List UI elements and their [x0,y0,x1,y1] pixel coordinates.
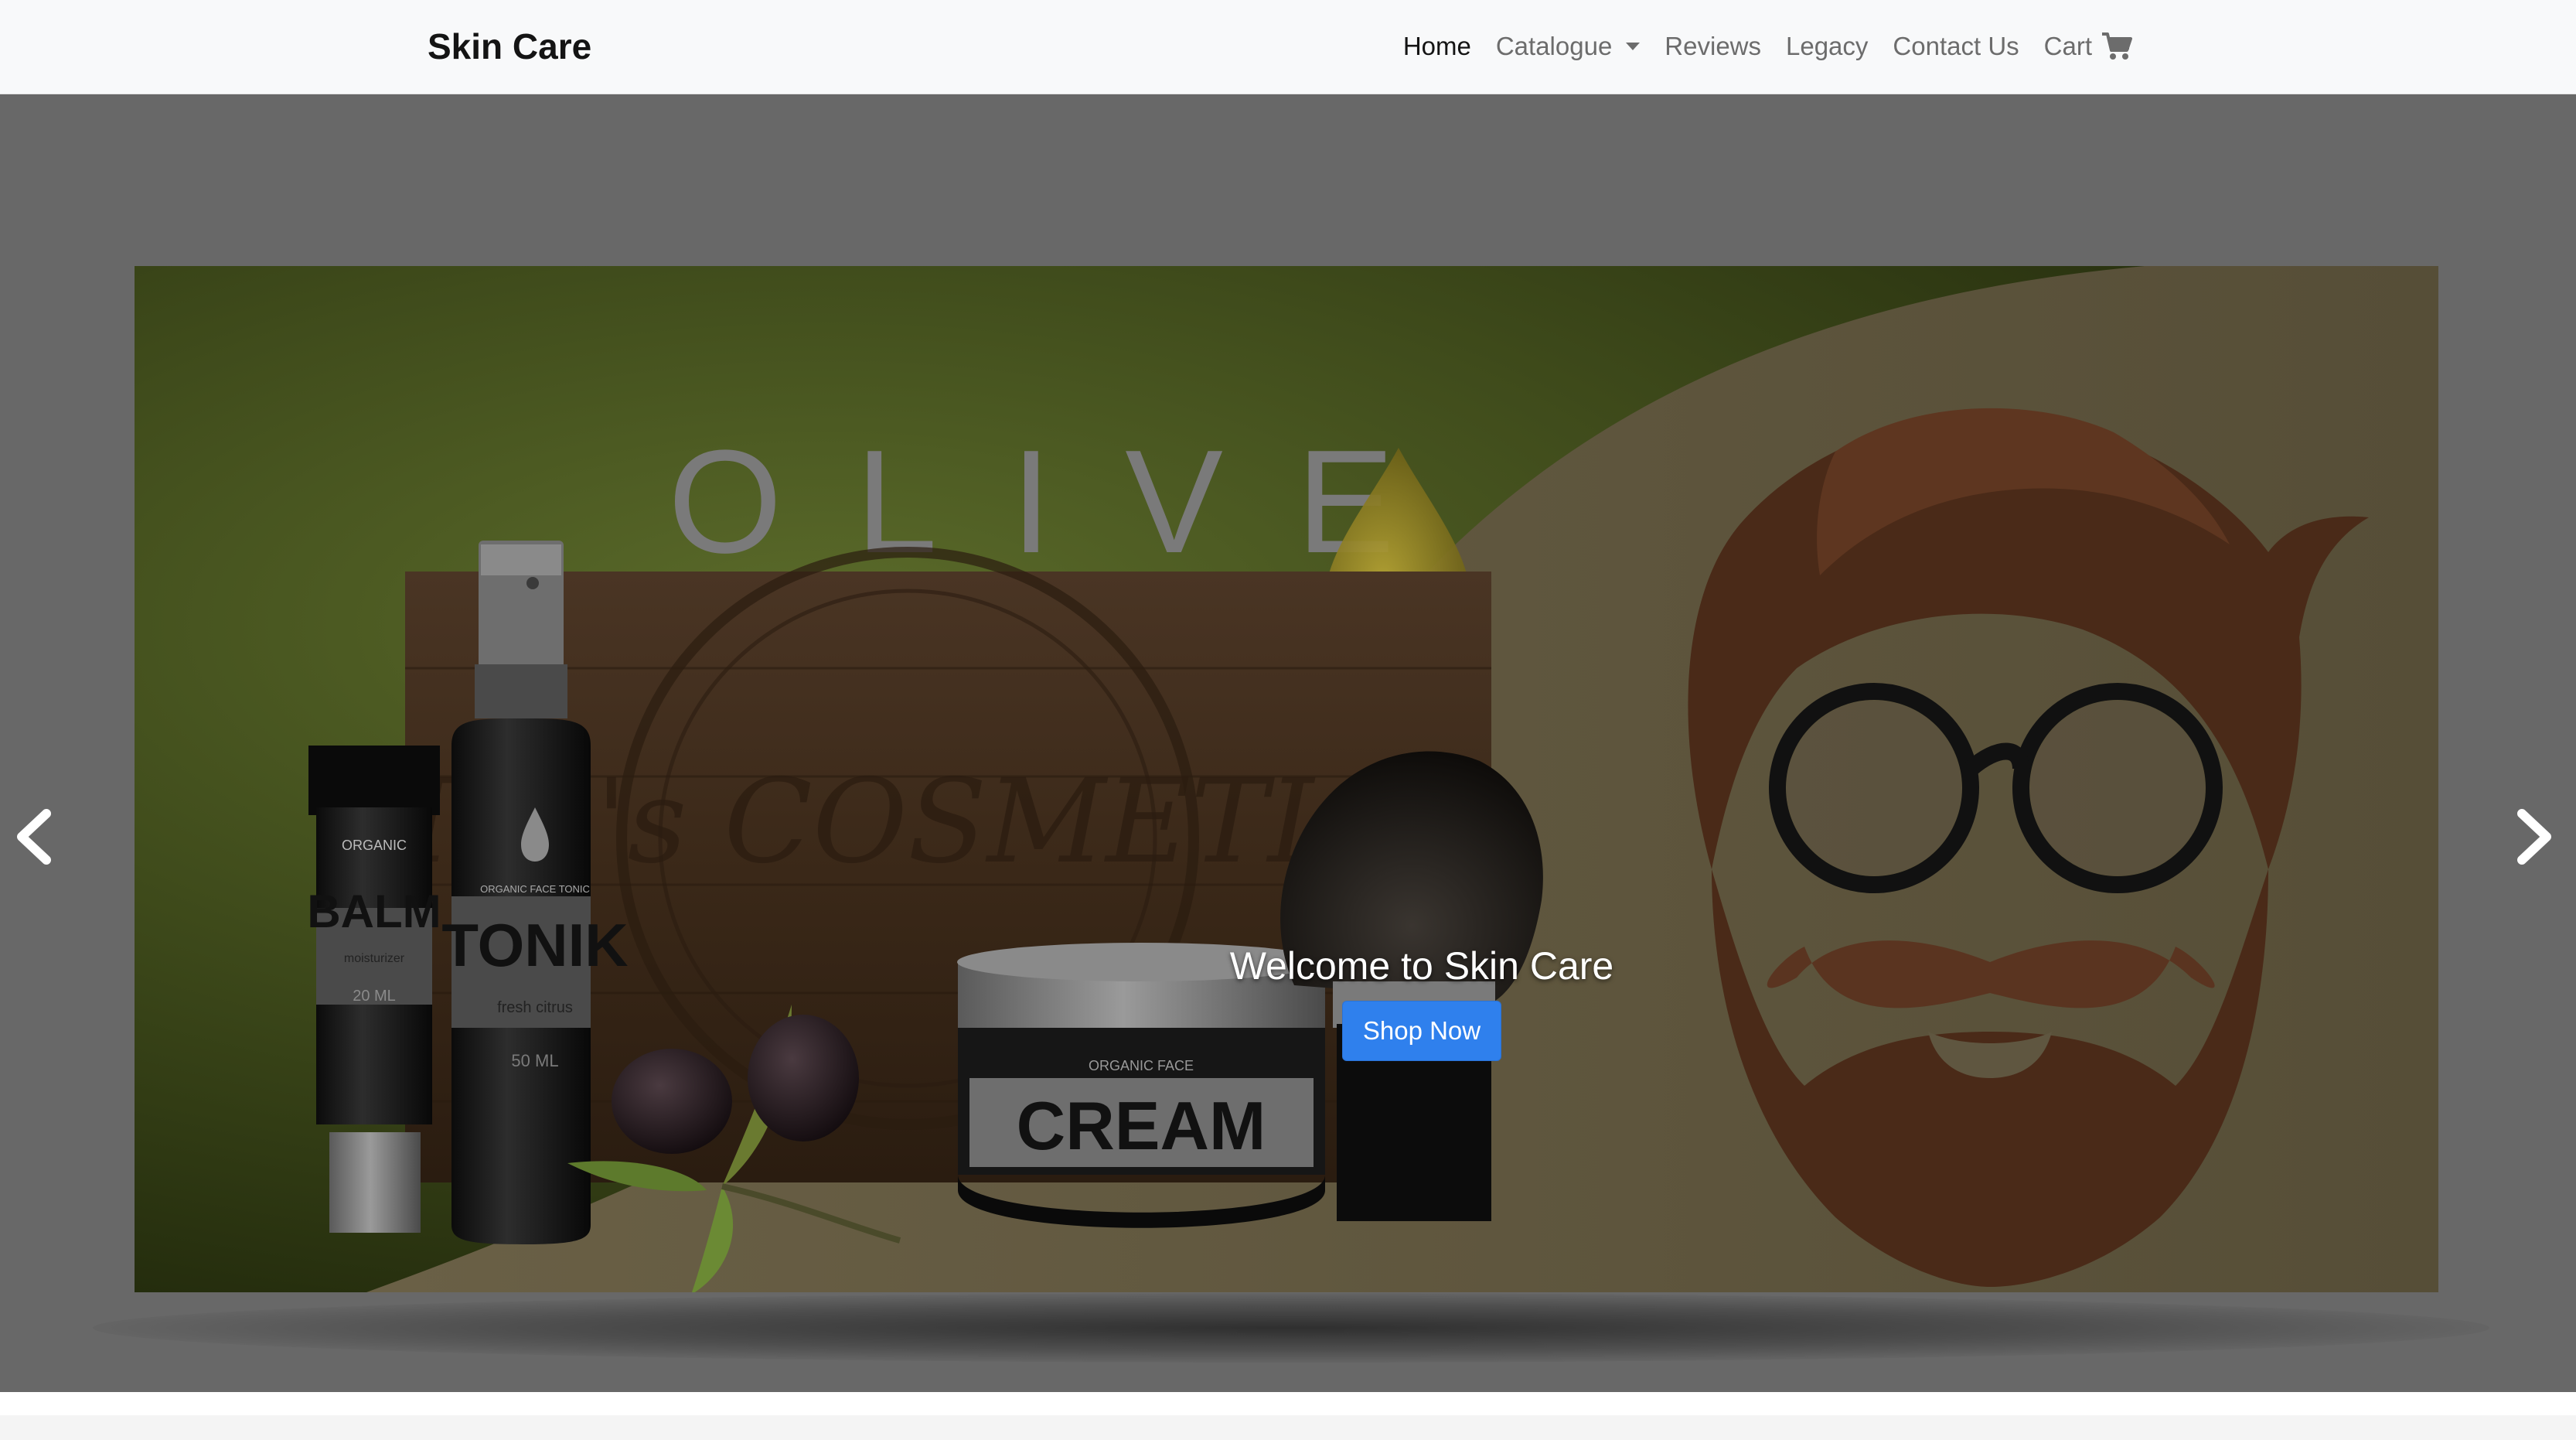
balm-top-label: ORGANIC [342,838,407,853]
balm-name: BALM [307,885,441,937]
nav-link-cart[interactable]: Cart [2044,28,2132,65]
nav-link-legacy[interactable]: Legacy [1786,28,1868,65]
shop-now-button[interactable]: Shop Now [1341,1001,1502,1061]
nav-link-legacy-label: Legacy [1786,32,1869,60]
nav-link-contact-label: Contact Us [1893,32,2019,60]
balm-sub: moisturizer [344,952,405,965]
brand-logo[interactable]: Skin Care [428,23,591,70]
nav-link-home[interactable]: Home [1403,28,1471,65]
carousel-caption-title: Welcome to Skin Care [1229,944,1614,988]
nav-link-reviews[interactable]: Reviews [1665,28,1761,65]
chevron-left-icon[interactable] [8,806,62,868]
tonik-name: TONIK [441,911,628,979]
nav-link-reviews-label: Reviews [1665,32,1761,60]
tonik-top-label: ORGANIC FACE TONIC [480,883,590,895]
nav-link-cart-label: Cart [2043,32,2092,60]
caret-down-icon [1626,43,1641,50]
tonik-sub: fresh citrus [497,999,573,1016]
balm-volume: 20 ML [353,988,396,1005]
tonik-volume: 50 ML [511,1051,558,1070]
nav-link-catalogue[interactable]: Catalogue [1495,28,1641,65]
cream-top-label: ORGANIC FACE [1089,1058,1194,1073]
chevron-right-icon[interactable] [2506,806,2561,868]
cream-name: CREAM [1017,1087,1266,1164]
banner-shadow [93,1293,2489,1363]
nav-link-contact[interactable]: Contact Us [1893,28,2019,65]
mens-cosmetics-illustration: OLIVE Men's COSMETICS ORGANIC BALM moist… [307,266,2438,1292]
page-section-below-hero [0,1392,2576,1440]
navbar: Skin Care Home Catalogue Reviews Legacy … [0,0,2576,94]
carousel-caption: Welcome to Skin Care Shop Now [1201,939,1642,1061]
carousel-slide-image: OLIVE Men's COSMETICS ORGANIC BALM moist… [135,266,2438,1292]
nav-link-catalogue-label: Catalogue [1495,32,1613,60]
nav-links: Home Catalogue Reviews Legacy Contact Us… [1403,28,2132,65]
hero-carousel: OLIVE Men's COSMETICS ORGANIC BALM moist… [0,94,2576,1392]
shopping-cart-icon [2102,32,2132,60]
nav-link-home-label: Home [1402,32,1471,60]
section-divider [0,1415,2576,1440]
